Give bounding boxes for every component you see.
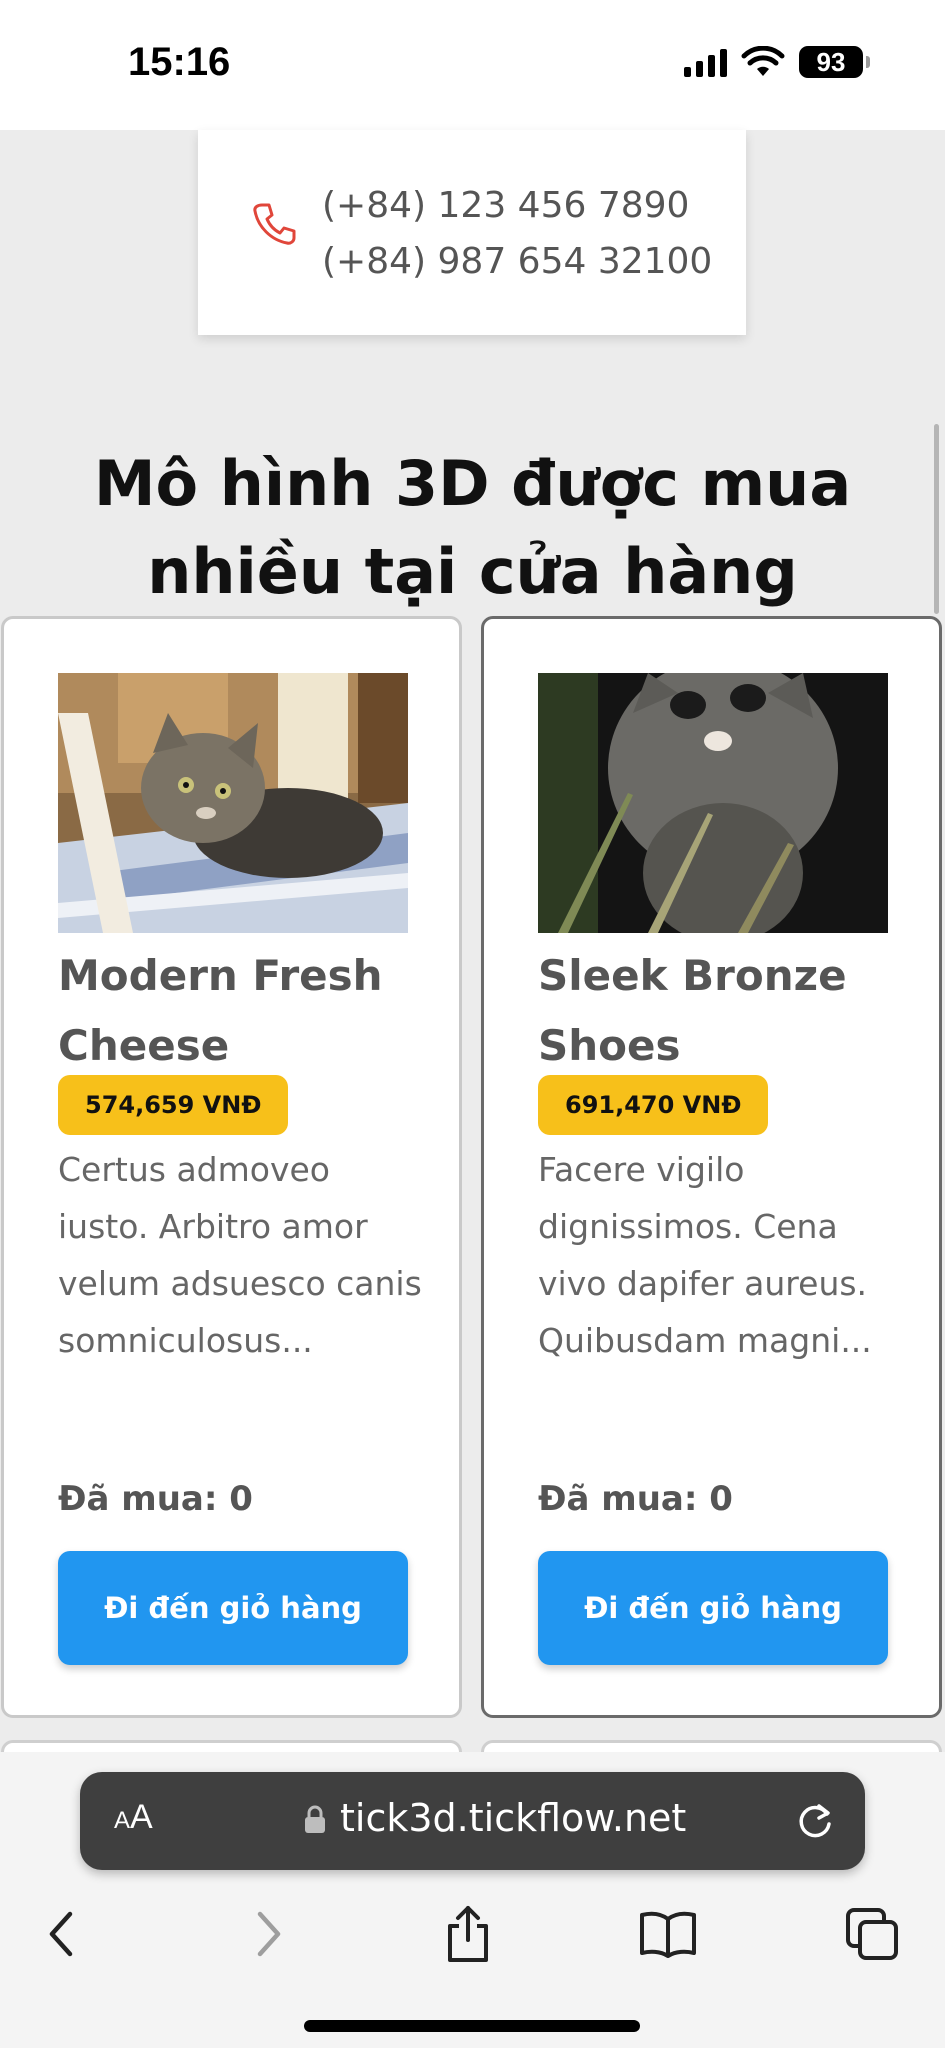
bought-count: Đã mua: 0: [58, 1479, 253, 1519]
product-title[interactable]: Sleek Bronze Shoes: [538, 941, 898, 1081]
aa-large: A: [130, 1798, 153, 1836]
chevron-right-icon: [257, 1911, 281, 1957]
url-text[interactable]: tick3d.tickflow.net: [340, 1796, 686, 1840]
battery-level: 93: [816, 46, 846, 77]
chevron-left-icon: [49, 1911, 73, 1957]
contact-card: (+84) 123 456 7890 (+84) 987 654 32100: [198, 130, 746, 335]
price-badge: 691,470 VNĐ: [538, 1075, 769, 1135]
status-icons: 93: [684, 46, 870, 78]
browser-toolbar: AA tick3d.tickflow.net: [0, 1752, 945, 2048]
aa-small: A: [114, 1807, 131, 1834]
share-icon: [448, 1906, 488, 1962]
reload-icon[interactable]: [793, 1798, 837, 1842]
phone-number-1[interactable]: (+84) 123 456 7890: [322, 178, 712, 234]
book-icon: [640, 1911, 696, 1958]
product-card[interactable]: Sleek Bronze Shoes 691,470 VNĐ Facere vi…: [481, 616, 942, 1718]
price-badge: 574,659 VNĐ: [58, 1075, 289, 1135]
address-bar[interactable]: AA tick3d.tickflow.net: [80, 1772, 865, 1870]
product-title[interactable]: Modern Fresh Cheese: [58, 941, 418, 1081]
phone-numbers: (+84) 123 456 7890 (+84) 987 654 32100: [322, 178, 712, 290]
status-time: 15:16: [128, 40, 231, 84]
wifi-icon: [741, 46, 785, 76]
phone-number-2[interactable]: (+84) 987 654 32100: [322, 234, 712, 290]
battery-icon: 93: [799, 46, 870, 78]
tabs-icon: [846, 1908, 898, 1960]
browser-nav-row: [0, 1898, 945, 1978]
share-button[interactable]: [432, 1898, 504, 1970]
bookmarks-button[interactable]: [632, 1898, 704, 1970]
go-to-cart-button[interactable]: Đi đến giỏ hàng: [538, 1551, 888, 1665]
back-button[interactable]: [26, 1898, 98, 1970]
product-card[interactable]: Modern Fresh Cheese 574,659 VNĐ Certus a…: [1, 616, 462, 1718]
bought-count: Đã mua: 0: [538, 1479, 733, 1519]
status-bar: 15:16 93: [0, 0, 945, 130]
section-title: Mô hình 3D được mua nhiều tại cửa hàng: [93, 447, 852, 608]
cellular-signal-icon: [684, 47, 727, 77]
product-description: Certus admoveo iusto. Arbitro amor velum…: [58, 1150, 422, 1360]
tabs-button[interactable]: [836, 1898, 908, 1970]
reader-options-button[interactable]: AA: [114, 1798, 153, 1837]
product-image-cat: [58, 673, 408, 933]
forward-button[interactable]: [232, 1898, 304, 1970]
lock-icon: [305, 1805, 325, 1833]
phone-icon: [253, 203, 296, 245]
go-to-cart-button[interactable]: Đi đến giỏ hàng: [58, 1551, 408, 1665]
product-image-kitten: [538, 673, 888, 933]
product-description: Facere vigilo dignissimos. Cena vivo dap…: [538, 1150, 872, 1360]
home-indicator[interactable]: [304, 2020, 640, 2032]
